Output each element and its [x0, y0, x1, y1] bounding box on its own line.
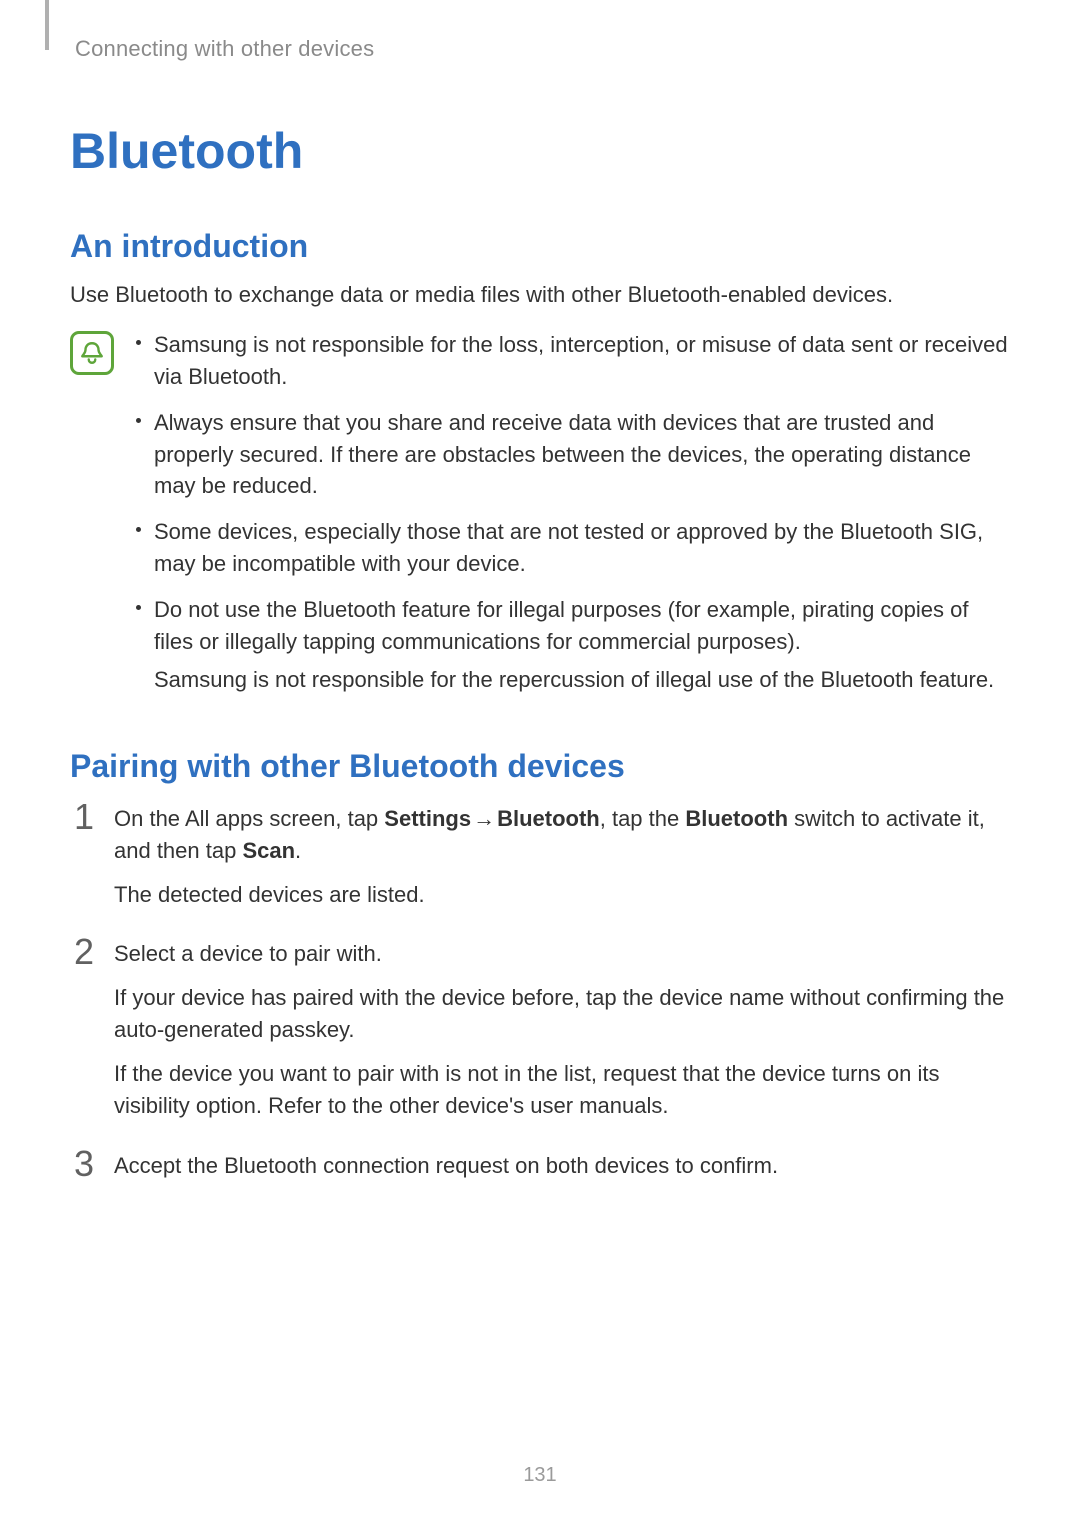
- breadcrumb: Connecting with other devices: [75, 36, 1010, 62]
- section-heading-pairing: Pairing with other Bluetooth devices: [70, 748, 1010, 785]
- note-item: Some devices, especially those that are …: [132, 516, 1010, 580]
- note-item: Always ensure that you share and receive…: [132, 407, 1010, 503]
- step-text: On the All apps screen, tap Settings → B…: [114, 803, 1010, 867]
- step-text: If the device you want to pair with is n…: [114, 1058, 1010, 1122]
- bold-scan: Scan: [242, 838, 295, 863]
- note-list: Samsung is not responsible for the loss,…: [132, 329, 1010, 710]
- alert-icon: [70, 331, 114, 375]
- note-block: Samsung is not responsible for the loss,…: [70, 329, 1010, 710]
- note-item: Samsung is not responsible for the loss,…: [132, 329, 1010, 393]
- text-fragment: , tap the: [600, 806, 686, 831]
- step-number: 3: [70, 1146, 98, 1182]
- step-text: Select a device to pair with.: [114, 938, 1010, 970]
- step-1: 1 On the All apps screen, tap Settings →…: [70, 803, 1010, 911]
- text-fragment: .: [295, 838, 301, 863]
- note-item: Do not use the Bluetooth feature for ill…: [132, 594, 1010, 696]
- note-item-text: Do not use the Bluetooth feature for ill…: [154, 597, 968, 654]
- step-text: Accept the Bluetooth connection request …: [114, 1150, 1010, 1182]
- page-number: 131: [0, 1464, 1080, 1487]
- page-mark: [45, 0, 49, 50]
- bold-bluetooth-2: Bluetooth: [685, 806, 788, 831]
- page-title: Bluetooth: [70, 122, 1010, 180]
- text-fragment: On the All apps screen, tap: [114, 806, 384, 831]
- step-text: If your device has paired with the devic…: [114, 982, 1010, 1046]
- step-number: 1: [70, 799, 98, 835]
- step-content: On the All apps screen, tap Settings → B…: [114, 803, 1010, 911]
- step-3: 3 Accept the Bluetooth connection reques…: [70, 1150, 1010, 1182]
- note-item-extra: Samsung is not responsible for the reper…: [154, 664, 1010, 696]
- step-number: 2: [70, 934, 98, 970]
- step-content: Accept the Bluetooth connection request …: [114, 1150, 1010, 1182]
- step-content: Select a device to pair with. If your de…: [114, 938, 1010, 1121]
- bold-bluetooth: Bluetooth: [497, 806, 600, 831]
- arrow-icon: →: [471, 803, 497, 835]
- steps-list: 1 On the All apps screen, tap Settings →…: [70, 803, 1010, 1182]
- bold-settings: Settings: [384, 806, 471, 831]
- manual-page: Connecting with other devices Bluetooth …: [0, 0, 1080, 1527]
- step-text: The detected devices are listed.: [114, 879, 1010, 911]
- section-heading-intro: An introduction: [70, 228, 1010, 265]
- step-2: 2 Select a device to pair with. If your …: [70, 938, 1010, 1121]
- intro-text: Use Bluetooth to exchange data or media …: [70, 279, 1010, 311]
